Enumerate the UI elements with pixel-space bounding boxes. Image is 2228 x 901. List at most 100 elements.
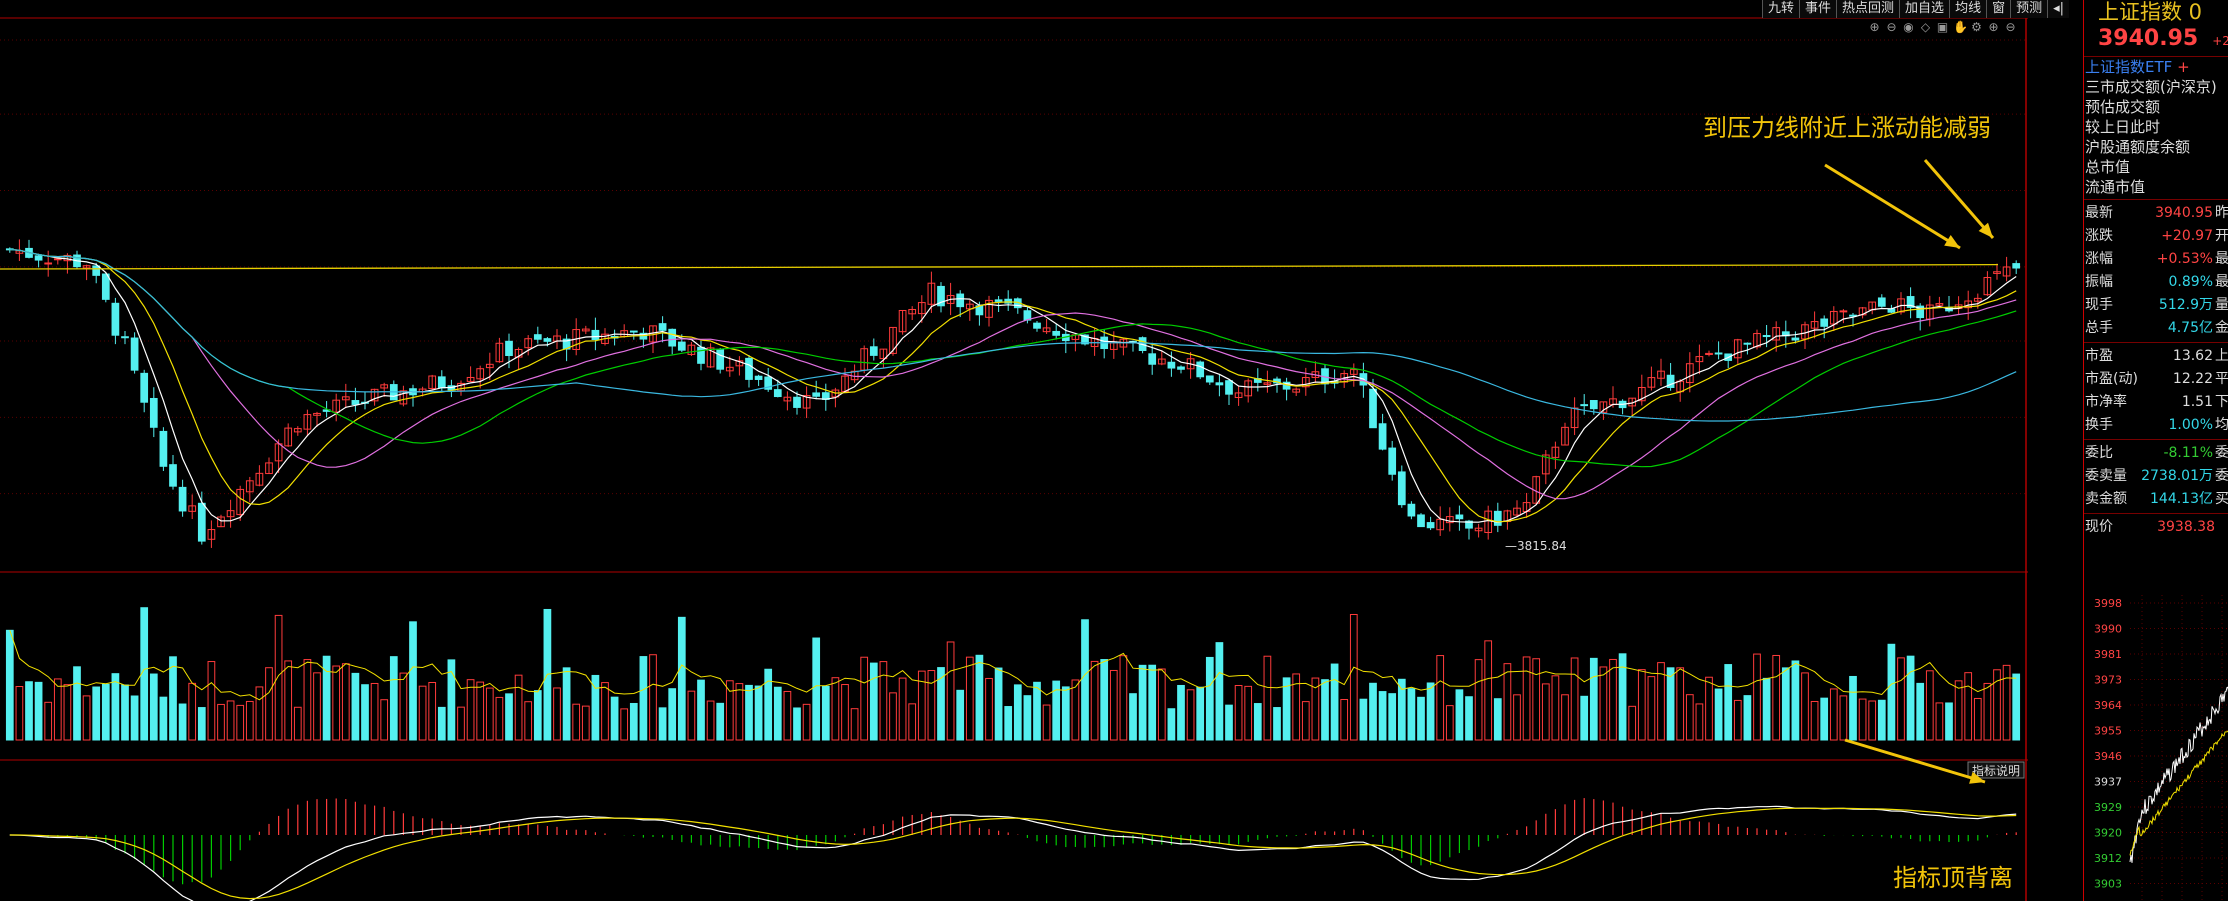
volume-bar	[111, 673, 120, 741]
volume-bar	[476, 681, 485, 741]
etf-link[interactable]: 上证指数ETF +	[2084, 56, 2228, 77]
volume-bar	[1253, 703, 1262, 741]
zoom-in-icon[interactable]: ⊕	[1868, 21, 1881, 34]
toolbar-btn-add-watchlist[interactable]: 加自选	[1899, 0, 1949, 18]
volume-bar	[1090, 660, 1099, 741]
toolbar-btn-collapse[interactable]: ◂|	[2047, 0, 2069, 18]
volume-bar	[1772, 654, 1781, 741]
plus-circle-icon[interactable]: ⊕	[1987, 21, 2000, 34]
ma5-line	[9, 249, 2017, 523]
quote-value: 4.75亿	[2167, 320, 2213, 336]
volume-bar	[601, 682, 609, 741]
volume-bar	[677, 616, 686, 741]
volume-bar	[1263, 655, 1272, 741]
quote-panel: 上证指数 0 3940.95 +2 上证指数ETF + 三市成交额(沪深京) 预估成…	[2083, 0, 2228, 901]
volume-bar	[860, 656, 869, 741]
volume-bar	[908, 703, 917, 741]
mini-tick-label: 3981	[2094, 648, 2122, 661]
candle-body	[956, 293, 965, 308]
candle-body	[812, 392, 821, 397]
minus-circle-icon[interactable]: ⊖	[2004, 21, 2017, 34]
volume-bar	[178, 703, 187, 741]
volume-bar	[639, 656, 648, 741]
volume-bar	[274, 614, 283, 741]
quote-row: 市盈 13.62 上	[2084, 345, 2228, 368]
volume-bar	[44, 701, 53, 741]
lock-icon[interactable]: ▣	[1936, 21, 1949, 34]
gear-icon[interactable]: ⚙	[1970, 21, 1983, 34]
candle-body	[2012, 263, 2021, 269]
volume-bar	[1733, 699, 1742, 741]
volume-bar	[850, 708, 859, 741]
candle-body	[437, 376, 446, 389]
toolbar-btn-moving-average[interactable]: 均线	[1949, 0, 1986, 18]
volume-bar	[437, 706, 446, 741]
candle-body	[1407, 503, 1416, 517]
volume-bar	[1340, 699, 1349, 741]
etf-mark: +	[2177, 58, 2190, 76]
toolbar-btn-window[interactable]: 窗	[1986, 0, 2010, 18]
toolbar-btn-hot-backtest[interactable]: 热点回测	[1836, 0, 1899, 18]
mini-price-line	[2129, 686, 2228, 863]
volume-bar	[514, 674, 523, 741]
eye-icon[interactable]: ◉	[1902, 21, 1915, 34]
indicator-help-label[interactable]: 指标说明	[1972, 763, 2020, 778]
mini-tick-label: 3903	[2094, 878, 2122, 891]
volume-bar	[562, 667, 571, 741]
quote-next-key: 平	[2215, 371, 2228, 387]
quote-value: 3940.95	[2155, 205, 2213, 221]
volume-bar	[1359, 698, 1368, 741]
volume-bar	[898, 677, 907, 741]
index-price-change: +2	[2212, 34, 2228, 48]
candle-body	[92, 265, 101, 276]
volume-bar	[1378, 691, 1387, 741]
volume-bar	[1935, 702, 1944, 741]
annotation-resistance: 到压力线附近上涨动能减弱	[1703, 114, 1991, 142]
volume-bar	[1954, 680, 1963, 741]
zoom-out-icon[interactable]: ⊖	[1885, 21, 1898, 34]
candle-body	[1820, 318, 1829, 327]
volume-bar	[1388, 693, 1397, 741]
tag-icon[interactable]: ◇	[1919, 21, 1932, 34]
candle-body	[1743, 342, 1752, 345]
volume-bar	[409, 621, 417, 741]
annotation-arrow-2-shaft	[1923, 159, 1995, 239]
volume-bar	[687, 690, 696, 741]
volume-bar	[1330, 663, 1339, 741]
volume-bar	[1407, 688, 1416, 741]
volume-bar	[985, 677, 993, 741]
volume-bar	[1071, 679, 1080, 741]
intraday-mini-chart[interactable]: 3998 3990 3981 3973 3964 3955 3946 3937 3929 3920…	[2084, 595, 2228, 901]
toolbar-btn-forecast[interactable]: 预测	[2010, 0, 2047, 18]
candle-body	[1877, 297, 1886, 307]
volume-bar	[1724, 664, 1733, 741]
toolbar-btn-events[interactable]: 事件	[1799, 0, 1836, 18]
volume-bar	[1273, 707, 1281, 741]
candle-body	[1388, 447, 1397, 475]
quote-value: 1.00%	[2168, 417, 2213, 433]
volume-bar	[725, 680, 734, 741]
quote-key: 市盈	[2085, 348, 2113, 364]
quote-value: -8.11%	[2163, 445, 2213, 461]
volume-bar	[1983, 682, 1992, 741]
volume-bar	[1513, 694, 1521, 741]
candle-body	[1378, 423, 1387, 450]
candle-body	[1455, 514, 1464, 520]
volume-bar	[754, 685, 763, 741]
candle-body	[159, 430, 168, 467]
hand-icon[interactable]: ✋	[1953, 21, 1968, 34]
volume-bar	[764, 668, 773, 741]
ma30-line	[9, 249, 2017, 468]
candle-body	[169, 464, 177, 487]
volume-bar	[92, 686, 101, 741]
toolbar-btn-jiuzhuan[interactable]: 九转	[1762, 0, 1799, 18]
candle-body	[505, 340, 513, 357]
volume-bar	[1551, 675, 1560, 741]
candle-body	[677, 341, 686, 351]
volume-bar	[572, 703, 581, 741]
kline-chart-area[interactable]: 4046401239773942390838733838—3815.84224.…	[0, 0, 2070, 901]
mini-tick-label: 3990	[2094, 623, 2122, 636]
turnover-labels: 三市成交额(沪深京) 预估成交额 较上日此时 沪股通额度余额 总市值 流通市值	[2084, 77, 2228, 197]
volume-bar	[1762, 677, 1771, 741]
volume-bar	[1445, 705, 1454, 741]
